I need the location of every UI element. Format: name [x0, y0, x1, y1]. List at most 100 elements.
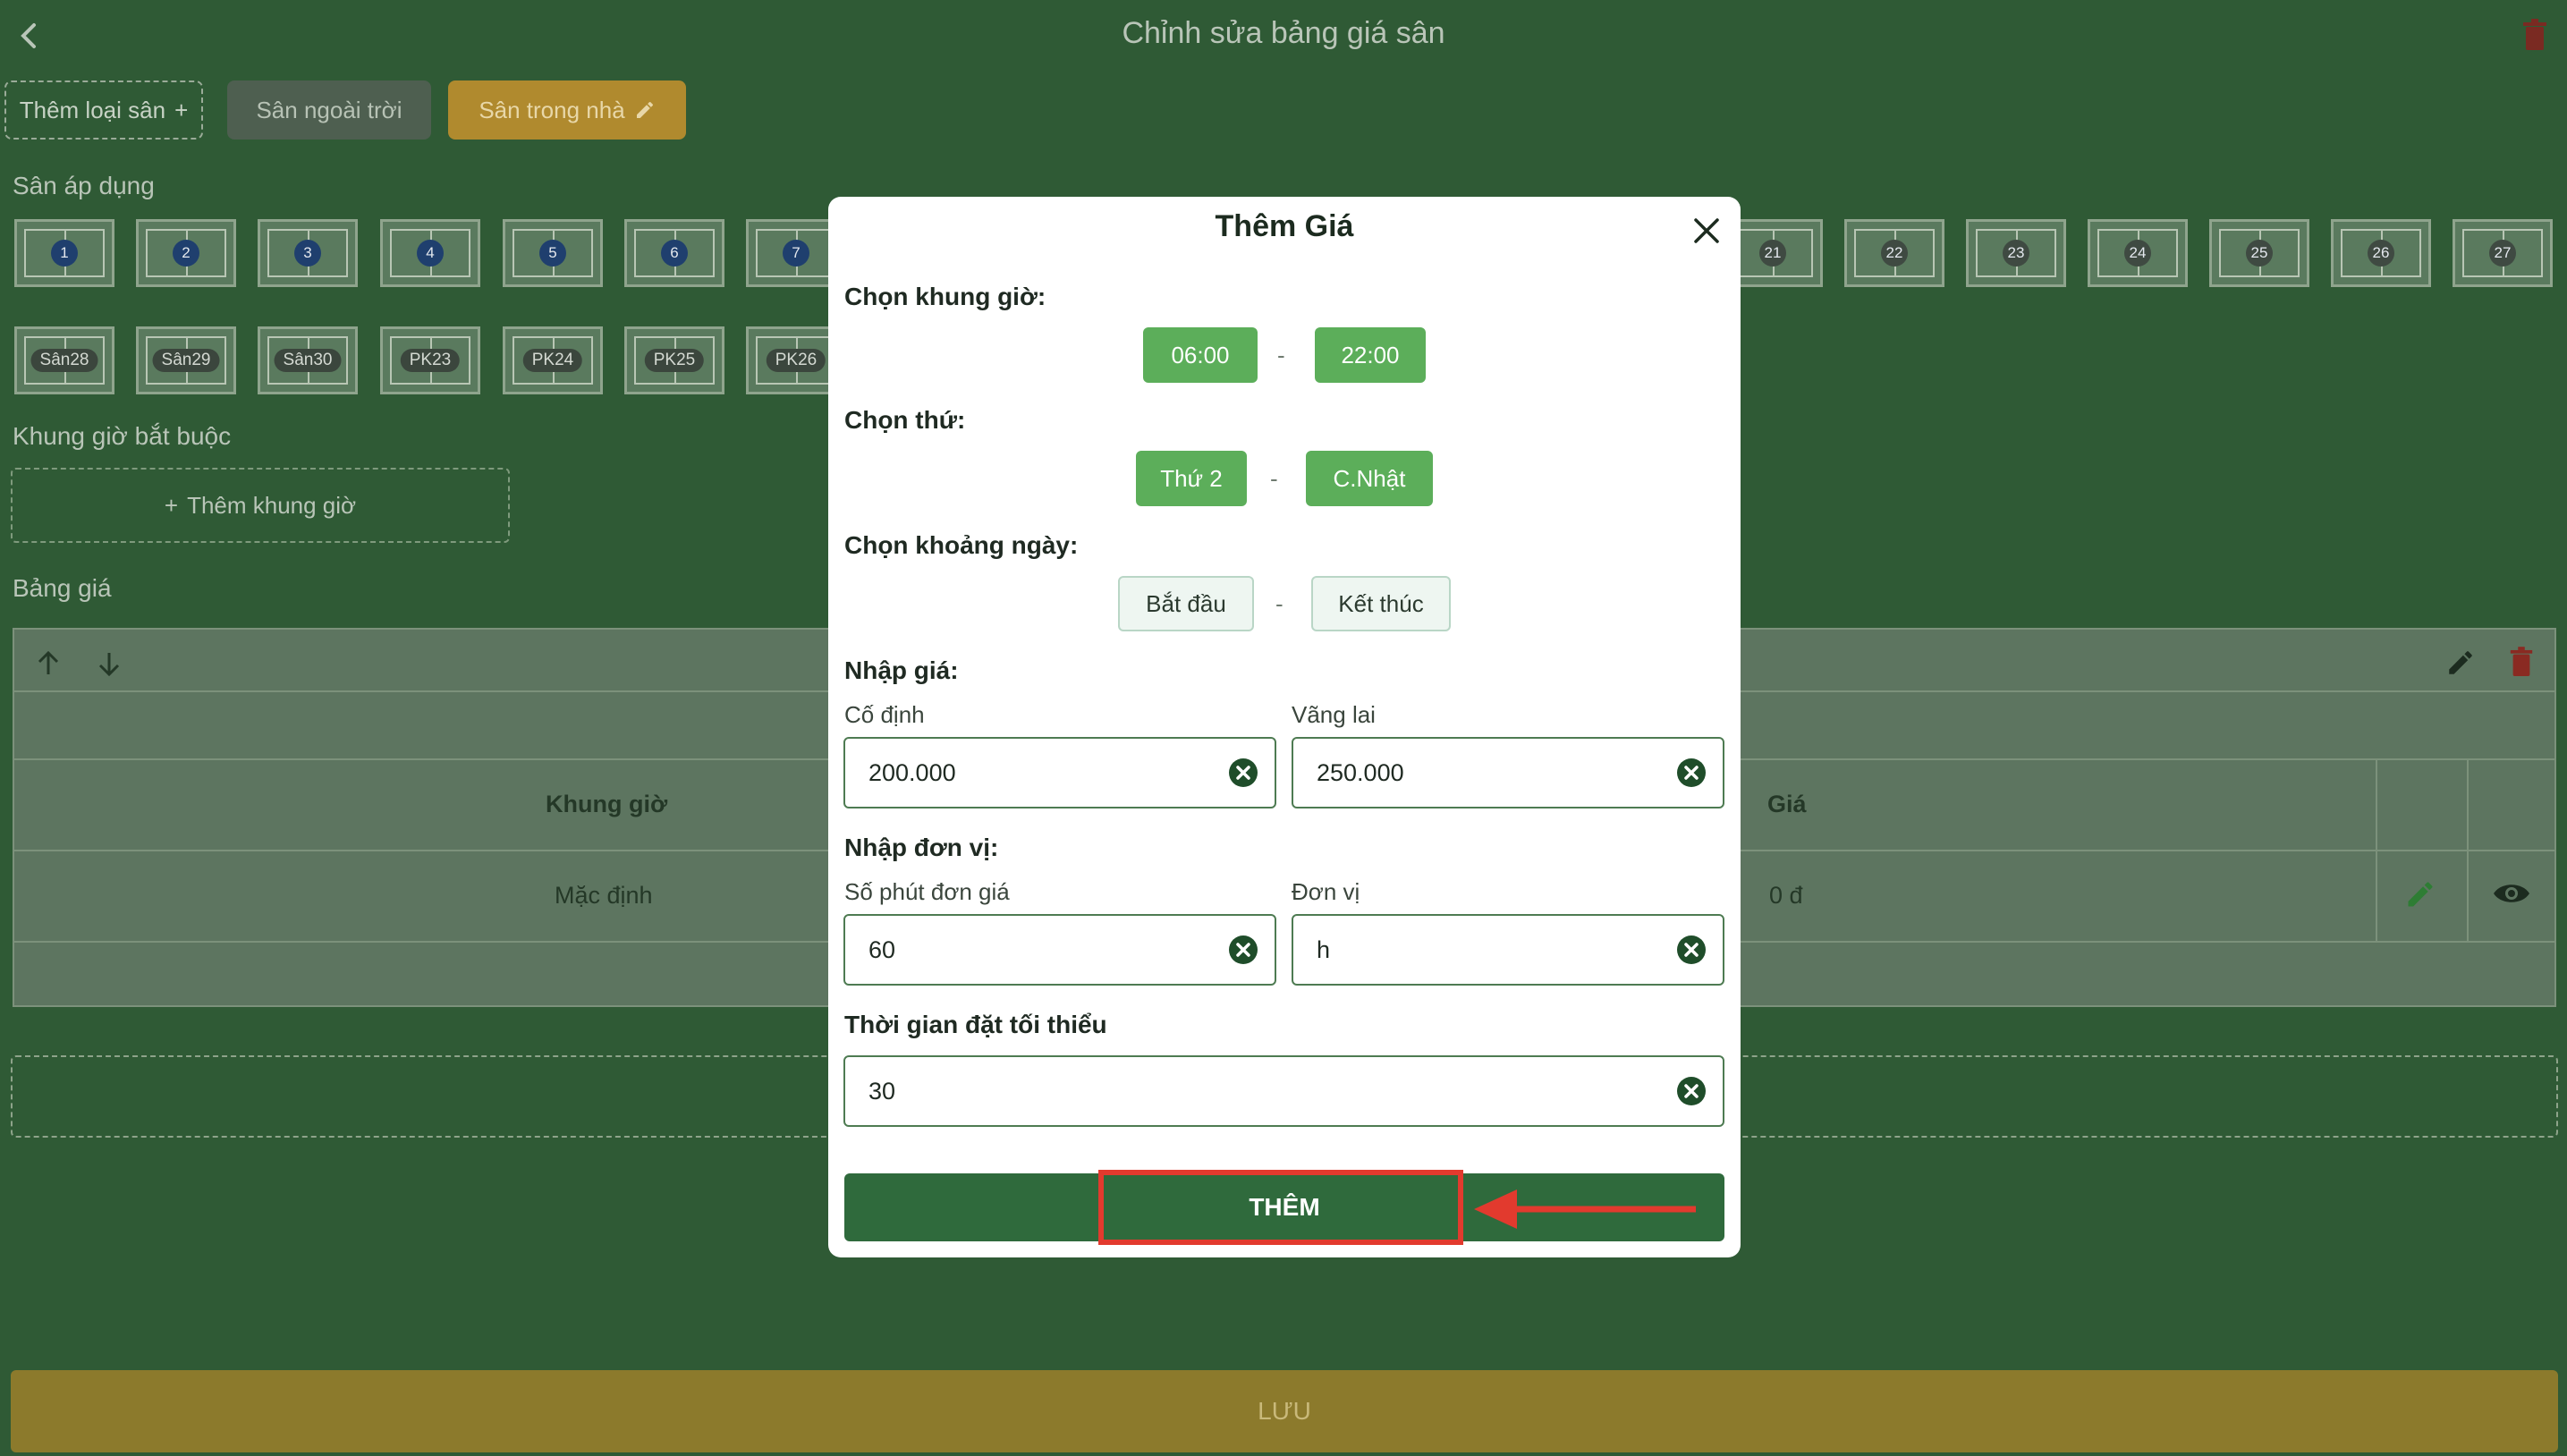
court-number: 25 — [2246, 240, 2273, 267]
court-tile[interactable]: 22 — [1844, 219, 1944, 287]
unit-value: h — [1317, 936, 1331, 963]
court-tile[interactable]: Sân29 — [136, 326, 236, 394]
min-booking-time-field[interactable]: 30 — [843, 1055, 1724, 1127]
save-button[interactable]: LƯU — [11, 1370, 2558, 1452]
walkin-price-field[interactable]: 250.000 — [1292, 737, 1724, 808]
court-tile[interactable]: PK23 — [380, 326, 480, 394]
plus-icon: + — [164, 491, 179, 519]
unit-field[interactable]: h — [1292, 914, 1724, 986]
min-booking-time-label: Thời gian đặt tối thiểu — [844, 1011, 1107, 1038]
divider — [2376, 758, 2377, 941]
delete-icon[interactable] — [2520, 18, 2549, 54]
unit-section-label: Nhập đơn vị: — [844, 834, 999, 861]
pencil-icon — [636, 101, 653, 118]
court-tile[interactable]: PK25 — [624, 326, 724, 394]
column-header-time-slot: Khung giờ — [546, 791, 668, 817]
minutes-per-price-value: 60 — [868, 936, 896, 963]
plus-icon: + — [174, 96, 189, 123]
court-tile[interactable]: Sân28 — [14, 326, 114, 394]
separator: - — [1275, 590, 1284, 617]
table-cell-price: 0 đ — [1769, 882, 1803, 909]
required-slots-label: Khung giờ bắt buộc — [13, 422, 232, 450]
fixed-price-field[interactable]: 200.000 — [843, 737, 1276, 808]
court-tile[interactable]: PK24 — [503, 326, 603, 394]
day-range-label: Chọn thứ: — [844, 406, 966, 434]
clear-icon[interactable] — [1228, 935, 1258, 965]
court-tile[interactable]: 6 — [624, 219, 724, 287]
minutes-per-price-field[interactable]: 60 — [843, 914, 1276, 986]
walkin-price-value: 250.000 — [1317, 759, 1404, 786]
close-icon[interactable] — [1692, 216, 1721, 245]
price-table-label: Bảng giá — [13, 574, 112, 602]
add-time-slot-button[interactable]: + Thêm khung giờ — [11, 468, 510, 543]
court-number: 7 — [783, 240, 809, 267]
court-tile[interactable]: 4 — [380, 219, 480, 287]
court-name: PK25 — [644, 349, 705, 372]
separator: - — [1277, 342, 1285, 368]
court-tile[interactable]: Sân30 — [258, 326, 358, 394]
court-tile[interactable]: 2 — [136, 219, 236, 287]
court-name: PK24 — [522, 349, 583, 372]
court-tile[interactable]: 25 — [2209, 219, 2309, 287]
court-number: 3 — [294, 240, 321, 267]
date-range-label: Chọn khoảng ngày: — [844, 531, 1079, 559]
fixed-price-value: 200.000 — [868, 759, 956, 786]
walkin-price-label: Vãng lai — [1292, 701, 1376, 728]
date-end-chip[interactable]: Kết thúc — [1311, 576, 1451, 631]
price-section-label: Nhập giá: — [844, 656, 959, 684]
court-number: 1 — [51, 240, 78, 267]
court-number: 23 — [2003, 240, 2029, 267]
court-name: PK23 — [400, 349, 461, 372]
court-number: 22 — [1881, 240, 1908, 267]
modal-title: Thêm Giá — [1215, 209, 1354, 243]
clear-icon[interactable] — [1676, 1076, 1707, 1106]
column-header-price: Giá — [1767, 791, 1807, 817]
tab-indoor-label: Sân trong nhà — [479, 96, 625, 123]
court-tile[interactable]: 3 — [258, 219, 358, 287]
court-tile[interactable]: 23 — [1966, 219, 2066, 287]
court-tile[interactable]: 27 — [2453, 219, 2553, 287]
arrow-up-icon[interactable] — [32, 648, 64, 680]
fixed-price-label: Cố định — [844, 701, 925, 728]
court-number: 24 — [2124, 240, 2151, 267]
time-end-chip[interactable]: 22:00 — [1315, 327, 1426, 383]
court-name: Sân29 — [152, 349, 220, 372]
arrow-down-icon[interactable] — [93, 648, 125, 680]
unit-label: Đơn vị — [1292, 878, 1360, 905]
court-number: 21 — [1759, 240, 1786, 267]
time-start-chip[interactable]: 06:00 — [1143, 327, 1258, 383]
add-court-type-label: Thêm loại sân — [19, 96, 166, 123]
clear-icon[interactable] — [1676, 758, 1707, 788]
eye-icon[interactable] — [2492, 880, 2531, 907]
minutes-per-price-label: Số phút đơn giá — [844, 878, 1010, 905]
date-start-chip[interactable]: Bắt đầu — [1118, 576, 1254, 631]
arrow-left-icon — [1474, 1189, 1696, 1229]
highlight-box — [1098, 1170, 1463, 1245]
pencil-icon[interactable] — [2445, 648, 2476, 678]
court-number: 26 — [2368, 240, 2394, 267]
court-tile[interactable]: 26 — [2331, 219, 2431, 287]
add-time-slot-label: Thêm khung giờ — [187, 491, 357, 519]
court-name: Sân30 — [274, 349, 342, 372]
edit-row-icon[interactable] — [2404, 878, 2436, 910]
court-tile[interactable]: 1 — [14, 219, 114, 287]
day-end-chip[interactable]: C.Nhật — [1306, 451, 1433, 506]
tab-indoor[interactable]: Sân trong nhà — [448, 80, 686, 140]
courts-section-label: Sân áp dụng — [13, 172, 155, 199]
min-booking-time-value: 30 — [868, 1078, 896, 1105]
court-number: 4 — [417, 240, 444, 267]
court-number: 2 — [173, 240, 199, 267]
divider — [2467, 758, 2469, 941]
delete-icon[interactable] — [2508, 646, 2535, 680]
tab-outdoor[interactable]: Sân ngoài trời — [227, 80, 431, 140]
day-start-chip[interactable]: Thứ 2 — [1136, 451, 1247, 506]
time-range-label: Chọn khung giờ: — [844, 283, 1046, 310]
clear-icon[interactable] — [1676, 935, 1707, 965]
court-tile[interactable]: 5 — [503, 219, 603, 287]
court-name: PK26 — [766, 349, 826, 372]
add-court-type-button[interactable]: Thêm loại sân + — [4, 80, 203, 140]
court-tile[interactable]: 24 — [2088, 219, 2188, 287]
clear-icon[interactable] — [1228, 758, 1258, 788]
court-number: 6 — [661, 240, 688, 267]
court-number: 27 — [2489, 240, 2516, 267]
